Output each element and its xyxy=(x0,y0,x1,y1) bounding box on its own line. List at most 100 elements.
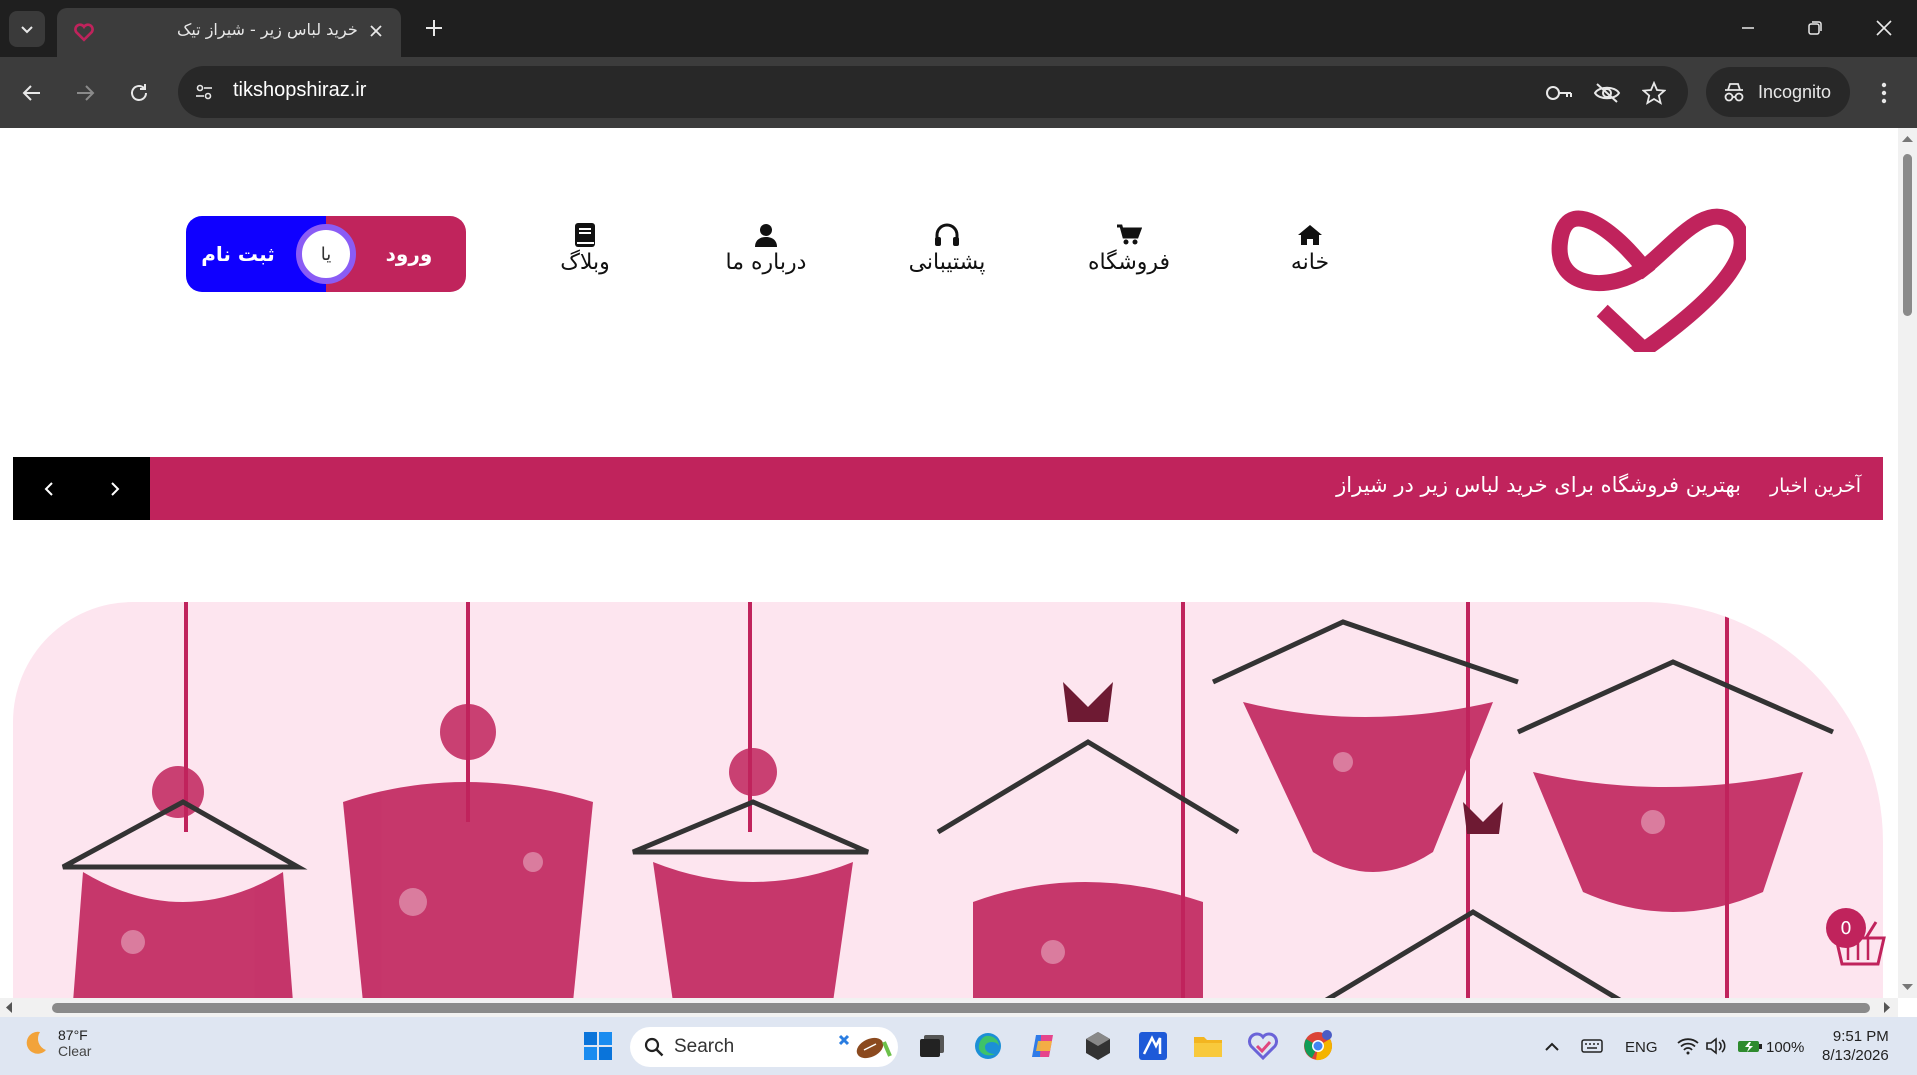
news-next-button[interactable] xyxy=(101,475,129,503)
hero-banner xyxy=(13,602,1883,998)
incognito-label: Incognito xyxy=(1758,81,1832,102)
more-vertical-icon xyxy=(1881,82,1887,104)
forward-button[interactable] xyxy=(65,73,105,113)
nav-blog[interactable]: وبلاگ xyxy=(525,222,645,275)
new-tab-button[interactable] xyxy=(418,12,450,44)
battery-percent: 100% xyxy=(1766,1039,1805,1056)
minimize-button[interactable] xyxy=(1726,8,1770,48)
file-explorer-button[interactable] xyxy=(1190,1028,1226,1064)
reload-button[interactable] xyxy=(119,73,159,113)
news-ticker: آخرین اخبار بهترین فروشگاه برای خرید لبا… xyxy=(13,457,1883,520)
polyhedron-icon xyxy=(1086,1032,1110,1060)
eye-off-icon xyxy=(1593,83,1621,103)
app-editor-button[interactable] xyxy=(1135,1028,1171,1064)
bookmark-star-button[interactable] xyxy=(1639,78,1669,108)
tab-search-button[interactable] xyxy=(9,11,45,47)
search-label: Search xyxy=(674,1036,735,1057)
weather-widget[interactable]: 87°F Clear xyxy=(20,1027,91,1059)
scroll-down-arrow-icon xyxy=(1902,984,1913,990)
news-headline[interactable]: بهترین فروشگاه برای خرید لباس زیر در شیر… xyxy=(1336,473,1741,497)
nav-home[interactable]: خانه xyxy=(1250,222,1370,275)
edge-browser-button[interactable] xyxy=(970,1028,1006,1064)
taskbar-search[interactable]: Search xyxy=(630,1027,898,1067)
arrow-right-icon xyxy=(77,85,95,101)
news-prev-button[interactable] xyxy=(35,475,63,503)
address-bar[interactable]: tikshopshiraz.ir xyxy=(178,66,1688,118)
battery-button[interactable] xyxy=(1732,1028,1768,1064)
arrow-left-icon xyxy=(22,85,40,101)
vertical-scroll-thumb[interactable] xyxy=(1903,154,1912,316)
user-icon xyxy=(755,224,777,247)
incognito-indicator[interactable]: Incognito xyxy=(1706,67,1850,117)
chevron-right-icon xyxy=(111,482,120,496)
restore-icon xyxy=(1808,21,1822,35)
restore-button[interactable] xyxy=(1793,8,1837,48)
app-heart-button[interactable] xyxy=(1245,1028,1281,1064)
app-shield-button[interactable] xyxy=(1080,1028,1116,1064)
auth-group: ثبت نام ورود یا xyxy=(186,216,466,292)
close-icon xyxy=(370,25,382,37)
language-indicator[interactable]: ENG xyxy=(1625,1039,1658,1056)
nav-support-label: پشتیبانی xyxy=(908,250,986,275)
nav-shop[interactable]: فروشگاه xyxy=(1069,222,1189,275)
clock-date: 8/13/2026 xyxy=(1822,1047,1889,1064)
lingerie-illustration xyxy=(61,602,1835,998)
horizontal-scroll-thumb[interactable] xyxy=(52,1003,1870,1013)
floating-cart-button[interactable]: 0 xyxy=(1826,908,1888,970)
search-icon xyxy=(644,1037,664,1057)
site-info-button[interactable] xyxy=(186,74,222,110)
wifi-icon xyxy=(1677,1038,1699,1055)
tab-close-button[interactable] xyxy=(363,18,389,44)
chrome-icon xyxy=(1304,1030,1332,1061)
keyboard-tray-button[interactable] xyxy=(1574,1028,1610,1064)
volume-icon xyxy=(1706,1037,1726,1055)
cart-count-badge: 0 xyxy=(1826,908,1866,948)
incognito-icon xyxy=(1724,83,1744,102)
windows-taskbar: 87°F Clear Search ENG 100% 9:51 PM 8/13/… xyxy=(0,1017,1917,1075)
scroll-left-arrow-icon xyxy=(6,1002,12,1013)
star-icon xyxy=(1642,81,1666,105)
minimize-icon xyxy=(1742,27,1754,29)
tab-title: خرید لباس زیر - شیراز تیک xyxy=(177,20,358,39)
plus-icon xyxy=(426,20,442,36)
back-button[interactable] xyxy=(12,73,52,113)
copilot-button[interactable] xyxy=(1025,1028,1061,1064)
football-highlight-icon xyxy=(838,1034,892,1059)
reload-icon xyxy=(131,84,147,101)
password-key-button[interactable] xyxy=(1544,78,1574,108)
url-text[interactable]: tikshopshiraz.ir xyxy=(233,79,366,102)
keyboard-icon xyxy=(1581,1039,1603,1053)
nav-about[interactable]: درباره ما xyxy=(706,222,826,275)
headphones-icon xyxy=(935,223,959,246)
system-clock[interactable]: 9:51 PM 8/13/2026 xyxy=(1822,1027,1889,1065)
close-window-button[interactable] xyxy=(1862,8,1906,48)
or-separator: یا xyxy=(296,224,356,284)
nav-support[interactable]: پشتیبانی xyxy=(887,222,1007,275)
volume-button[interactable] xyxy=(1698,1028,1734,1064)
clock-time: 9:51 PM xyxy=(1832,1028,1889,1045)
tune-icon xyxy=(196,84,212,100)
chrome-button[interactable] xyxy=(1300,1028,1336,1064)
folder-icon xyxy=(1194,1037,1222,1057)
horizontal-scrollbar[interactable] xyxy=(0,998,1898,1017)
tracking-protection-button[interactable] xyxy=(1592,78,1622,108)
task-view-icon xyxy=(920,1035,944,1057)
start-button[interactable] xyxy=(580,1028,616,1064)
heart-check-icon xyxy=(1248,1032,1278,1060)
vertical-scrollbar[interactable] xyxy=(1898,128,1917,998)
editor-icon xyxy=(1139,1032,1167,1060)
browser-menu-button[interactable] xyxy=(1868,75,1900,111)
active-tab[interactable]: خرید لباس زیر - شیراز تیک xyxy=(57,8,401,57)
show-hidden-icons-button[interactable] xyxy=(1534,1028,1570,1064)
weather-temp: 87°F xyxy=(58,1027,88,1043)
site-logo[interactable] xyxy=(1546,182,1746,352)
scroll-right-arrow-icon xyxy=(1884,1002,1890,1013)
news-controls xyxy=(13,457,150,520)
chevron-down-icon xyxy=(21,26,33,34)
chevron-left-icon xyxy=(44,482,53,496)
task-view-button[interactable] xyxy=(914,1028,950,1064)
home-icon xyxy=(1298,225,1322,245)
web-page: خانه فروشگاه پشتیبانی درباره ما وبلاگ ثب… xyxy=(0,128,1898,998)
scroll-up-arrow-icon xyxy=(1902,136,1913,142)
screen: خرید لباس زیر - شیراز تیک tikshopshiraz.… xyxy=(0,0,1917,1075)
